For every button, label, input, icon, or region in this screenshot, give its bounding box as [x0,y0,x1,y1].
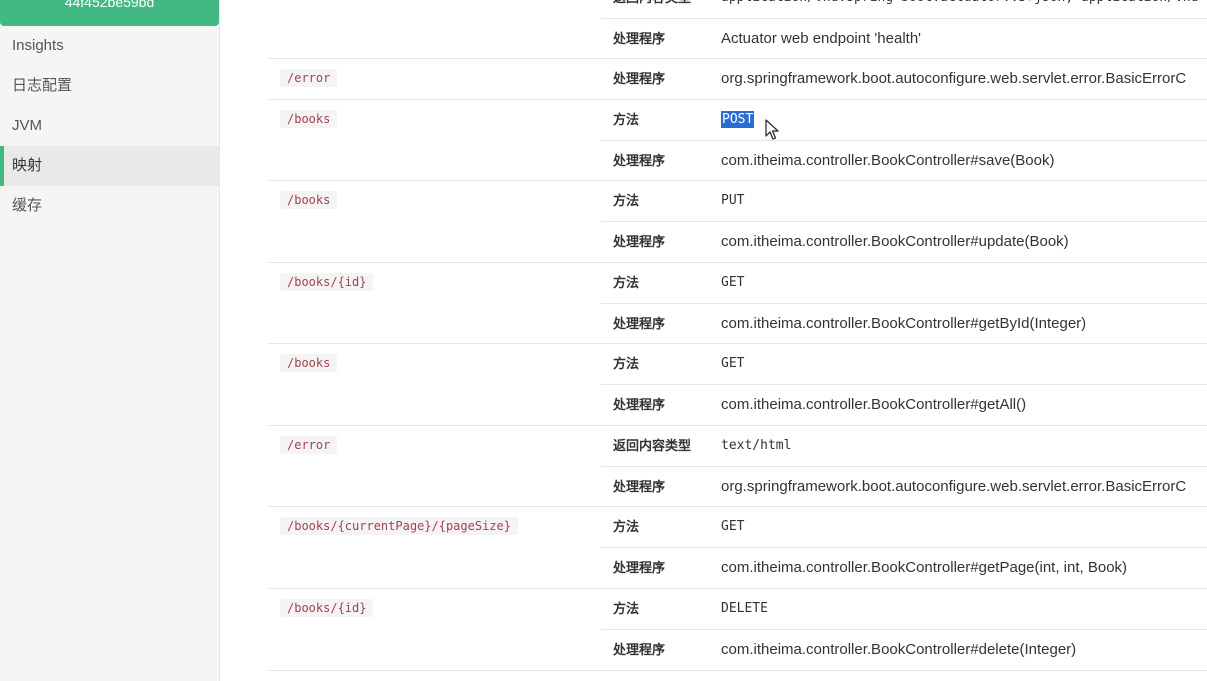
row-value: application/vnd.spring-boot.actuator.v3+… [721,0,1198,18]
row-key: 处理程序 [613,71,666,86]
mapping-path: /books/{id} [280,599,374,617]
mapping-group: /error 返回内容类型 text/html 处理程序 org.springf… [268,425,1207,507]
mapping-group: /books/{currentPage}/{pageSize} 方法 GET 处… [268,506,1207,588]
row-key: 方法 [613,519,640,534]
mapping-row: 处理程序 com.itheima.controller.BookControll… [601,547,1207,588]
mapping-row: 处理程序 com.itheima.controller.BookControll… [601,384,1207,425]
mapping-row: 方法 PUT [601,181,1207,221]
mapping-group: 返回内容类型 application/vnd.spring-boot.actua… [268,0,1207,58]
mapping-row: 处理程序 com.itheima.controller.BookControll… [601,629,1207,670]
sidebar-item-caches[interactable]: 缓存 [0,186,219,226]
mapping-group: /books 方法 PUT 处理程序 com.itheima.controlle… [268,180,1207,262]
mapping-path: /books [280,354,338,372]
mouse-cursor-icon [765,119,779,140]
mapping-row: 返回内容类型 application/vnd.spring-boot.actua… [601,0,1207,18]
mapping-group: /books/{id} 方法 GET 处理程序 com.itheima.cont… [268,262,1207,344]
mapping-group: /books 方法 POST 处理程序 com.itheima.controll… [268,99,1207,181]
row-value: com.itheima.controller.BookController#ge… [721,315,1087,332]
sidebar-item-mappings[interactable]: 映射 [0,146,219,186]
row-value: PUT [721,193,745,208]
mapping-path: /books [280,110,338,128]
row-key: 返回内容类型 [613,438,692,453]
mapping-row: 处理程序 com.itheima.controller.BookControll… [601,221,1207,262]
mapping-row: 处理程序 com.itheima.controller.BookControll… [601,140,1207,181]
selected-text[interactable]: POST [721,111,755,128]
sidebar: 44f452be59bd Insights 日志配置 JVM 映射 缓存 [0,0,220,681]
row-value: com.itheima.controller.BookController#ge… [721,396,1027,413]
row-value: org.springframework.boot.autoconfigure.w… [721,70,1187,87]
row-key: 处理程序 [613,31,666,46]
mapping-path: /error [280,69,338,87]
row-value: text/html [721,438,792,453]
mapping-row: 方法 GET [601,344,1207,384]
mappings-table: 返回内容类型 application/vnd.spring-boot.actua… [268,0,1207,681]
row-key: 方法 [613,275,640,290]
row-value: DELETE [721,601,768,616]
row-key: 处理程序 [613,234,666,249]
row-key: 处理程序 [613,642,666,657]
row-value: POST [721,100,755,140]
mapping-path: /books [280,191,338,209]
row-key: 处理程序 [613,397,666,412]
mapping-row: 处理程序 Actuator web endpoint 'health' [601,18,1207,59]
row-value: com.itheima.controller.BookController#ge… [721,559,1128,576]
app-name-badge[interactable]: 44f452be59bd [0,0,219,26]
sidebar-item-insights[interactable]: Insights [0,26,219,66]
mapping-path: /books/{currentPage}/{pageSize} [280,517,518,535]
row-key: 返回内容类型 [613,0,691,18]
row-value: com.itheima.controller.BookController#sa… [721,152,1055,169]
mapping-path: /books/{id} [280,273,374,291]
mapping-row: 方法 GET [601,263,1207,303]
sidebar-item-logging[interactable]: 日志配置 [0,66,219,106]
mapping-row: 处理程序 org.springframework.boot.autoconfig… [601,466,1207,507]
row-value: GET [721,356,745,371]
row-key: 处理程序 [613,560,666,575]
row-value: com.itheima.controller.BookController#up… [721,233,1069,250]
row-key: 方法 [613,193,640,208]
mapping-row: 方法 POST [601,100,1207,140]
row-value: org.springframework.boot.autoconfigure.w… [721,478,1187,495]
row-value: GET [721,275,745,290]
mapping-group: /books 方法 GET 处理程序 com.itheima.controlle… [268,343,1207,425]
mapping-group: /books/{id} 方法 DELETE 处理程序 com.itheima.c… [268,588,1207,671]
row-key: 方法 [613,601,640,616]
row-value: com.itheima.controller.BookController#de… [721,641,1077,658]
mapping-row: 处理程序 com.itheima.controller.BookControll… [601,303,1207,344]
row-key: 处理程序 [613,479,666,494]
row-value: Actuator web endpoint 'health' [721,30,922,47]
mapping-row: 方法 GET [601,507,1207,547]
row-key: 方法 [613,356,640,371]
mapping-row: 返回内容类型 text/html [601,426,1207,466]
mapping-path: /error [280,436,338,454]
mapping-row: 处理程序 org.springframework.boot.autoconfig… [601,59,1207,99]
mapping-group: /error 处理程序 org.springframework.boot.aut… [268,58,1207,99]
row-key: 方法 [613,112,640,127]
mapping-row: 方法 DELETE [601,589,1207,629]
row-value: GET [721,519,745,534]
row-key: 处理程序 [613,153,666,168]
row-key: 处理程序 [613,316,666,331]
sidebar-item-jvm[interactable]: JVM [0,106,219,146]
